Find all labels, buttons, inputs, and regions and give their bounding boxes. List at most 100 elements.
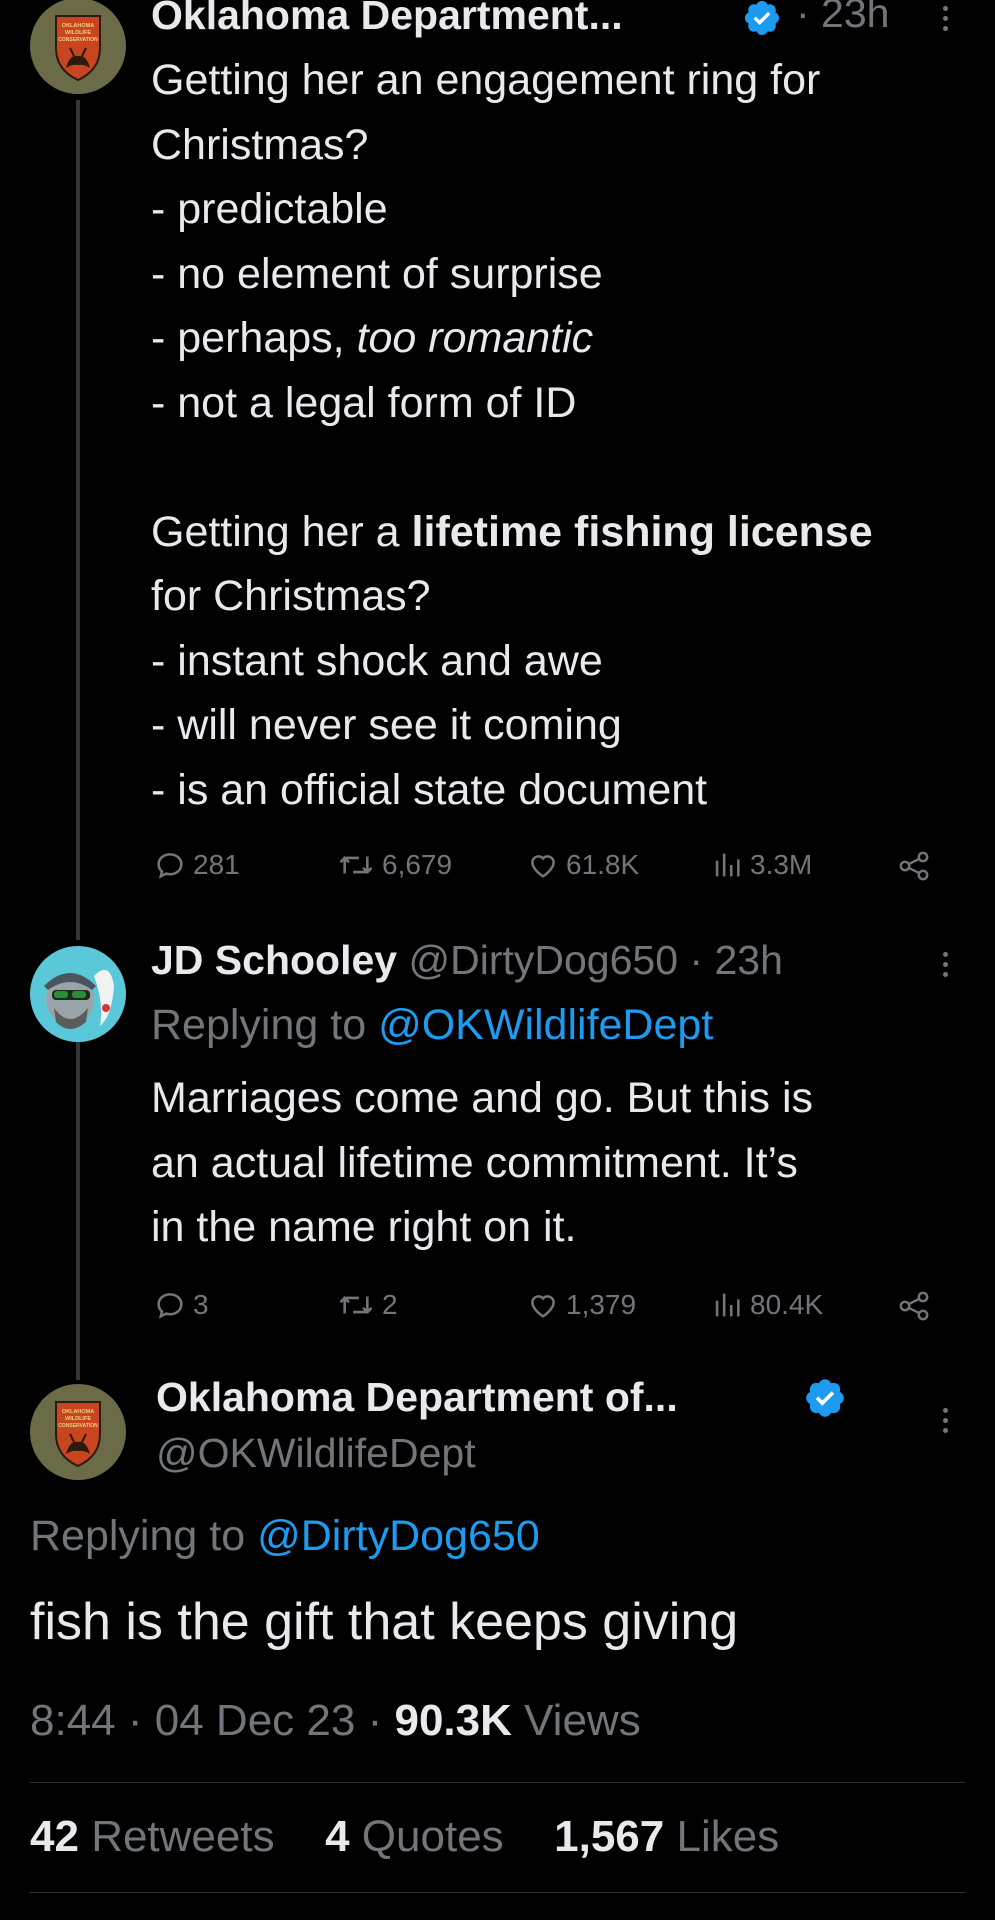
tweet-line: - perhaps, too romantic	[151, 306, 873, 371]
reply-icon	[157, 1293, 183, 1319]
tweet-line: - predictable	[151, 185, 388, 233]
tweet-body: Marriages come and go. But this is an ac…	[151, 1066, 813, 1260]
like-count: 61.8K	[566, 849, 640, 880]
like-count: 1,379	[566, 1289, 637, 1320]
retweet-icon	[339, 856, 373, 874]
divider	[30, 1782, 965, 1783]
separator: ·	[367, 1696, 383, 1745]
like-button[interactable]: 61.8K	[526, 848, 639, 882]
separator: ·	[127, 1696, 143, 1745]
tweet-body: fish is the gift that keeps giving	[30, 1593, 739, 1651]
views-count: 90.3K	[394, 1696, 512, 1745]
quotes-count: 4	[325, 1812, 350, 1861]
reply-icon	[157, 853, 183, 879]
views-label: Views	[524, 1696, 641, 1745]
divider	[30, 1892, 965, 1893]
tweet-line: an actual lifetime commitment. It’s	[151, 1138, 798, 1187]
action-bar: 281 6,679 61.8K 3.3M	[0, 848, 995, 888]
avatar-jdschooley[interactable]	[30, 946, 126, 1042]
tweet-line: - not a legal form of ID	[151, 378, 577, 427]
retweet-button[interactable]: 2	[336, 1288, 398, 1322]
text-italic: too romantic	[356, 314, 594, 362]
cartoon-avatar-icon	[30, 946, 126, 1042]
share-button[interactable]	[896, 1288, 932, 1324]
views-icon	[715, 1293, 740, 1317]
engagement-stats: 42 Retweets 4 Quotes 1,567 Likes	[30, 1812, 779, 1862]
retweet-icon	[339, 1296, 373, 1314]
views-icon	[715, 853, 740, 877]
views-count: 80.4K	[750, 1289, 824, 1320]
tweet-meta: 8:44 · 04 Dec 23 · 90.3K Views	[30, 1696, 641, 1746]
tweet-line: Getting her a lifetime fishing license	[151, 500, 873, 565]
logo-line: WILDLIFE	[65, 30, 91, 36]
likes-stat[interactable]: 1,567 Likes	[554, 1812, 779, 1861]
likes-count: 1,567	[554, 1812, 665, 1861]
author-name[interactable]: Oklahoma Department...	[151, 0, 623, 39]
author-name[interactable]: JD Schooley	[151, 937, 397, 983]
more-icon[interactable]	[943, 1408, 949, 1438]
tweet-line: - instant shock and awe	[151, 636, 603, 685]
wildlife-logo-icon: OKLAHOMA WILDLIFE CONSERVATION	[30, 0, 126, 94]
thread-line	[76, 100, 80, 940]
verified-badge-icon	[806, 1379, 844, 1417]
tweet-line: Marriages come and go. But this is	[151, 1074, 814, 1122]
reply-button[interactable]: 281	[153, 848, 240, 882]
tweet-time: · 23h	[796, 0, 890, 36]
retweet-count: 2	[382, 1289, 398, 1320]
tweet-line: Christmas?	[151, 120, 369, 169]
more-icon[interactable]	[943, 6, 949, 36]
logo-line: CONSERVATION	[58, 37, 98, 43]
thread-line	[76, 1040, 80, 1380]
reply-button[interactable]: 3	[153, 1288, 209, 1322]
likes-label: Likes	[676, 1812, 780, 1861]
replying-label: Replying to	[151, 1001, 379, 1049]
tweet-body: Getting her an engagement ring for Chris…	[151, 48, 873, 822]
action-bar: 3 2 1,379 80.4K	[0, 1288, 995, 1328]
avatar-okwildlife[interactable]: OKLAHOMA WILDLIFE CONSERVATION	[30, 0, 126, 94]
tweet-line: in the name right on it.	[151, 1203, 577, 1251]
retweet-count: 6,679	[382, 849, 453, 880]
tweet-line: for Christmas?	[151, 572, 431, 620]
wildlife-logo-icon: OKLAHOMA WILDLIFE CONSERVATION	[30, 1384, 126, 1480]
replying-handle-link[interactable]: @DirtyDog650	[257, 1512, 540, 1560]
tweet-header: JD Schooley @DirtyDog650 · 23h	[151, 937, 783, 984]
author-handle[interactable]: @OKWildlifeDept	[156, 1430, 476, 1477]
tweet-time: · 23h	[689, 937, 783, 983]
tweet-time[interactable]: 8:44	[30, 1696, 116, 1745]
views-button[interactable]: 3.3M	[710, 848, 812, 882]
text-plain: Getting her a	[151, 507, 412, 556]
avatar-okwildlife[interactable]: OKLAHOMA WILDLIFE CONSERVATION	[30, 1384, 126, 1480]
author-name[interactable]: Oklahoma Department of...	[156, 1374, 678, 1421]
share-icon	[899, 851, 929, 881]
replying-to: Replying to @OKWildlifeDept	[151, 1001, 713, 1050]
tweet-line: - is an official state document	[151, 765, 708, 814]
quotes-stat[interactable]: 4 Quotes	[325, 1812, 504, 1861]
share-button[interactable]	[896, 848, 932, 884]
share-icon	[899, 1291, 929, 1321]
logo-line: CONSERVATION	[58, 1423, 98, 1429]
more-icon[interactable]	[943, 952, 949, 982]
retweets-stat[interactable]: 42 Retweets	[30, 1812, 275, 1861]
author-handle[interactable]: @DirtyDog650	[409, 937, 679, 983]
retweets-count: 42	[30, 1812, 79, 1861]
logo-line: WILDLIFE	[65, 1416, 91, 1422]
views-button[interactable]: 80.4K	[710, 1288, 823, 1322]
like-button[interactable]: 1,379	[526, 1288, 636, 1322]
replying-handle-link[interactable]: @OKWildlifeDept	[378, 1001, 713, 1049]
reply-count: 3	[193, 1289, 209, 1320]
retweets-label: Retweets	[91, 1812, 275, 1861]
like-icon	[531, 855, 555, 878]
reply-count: 281	[193, 849, 240, 880]
tweet-line: Getting her an engagement ring for	[151, 56, 821, 104]
like-icon	[531, 1295, 555, 1318]
text-plain: - perhaps,	[151, 314, 357, 362]
logo-line: OKLAHOMA	[62, 1409, 94, 1415]
text-bold: lifetime fishing license	[411, 507, 873, 556]
verified-badge-icon	[744, 0, 780, 36]
tweet-line: - will never see it coming	[151, 701, 622, 749]
tweet-date[interactable]: 04 Dec 23	[155, 1696, 356, 1745]
retweet-button[interactable]: 6,679	[336, 848, 452, 882]
replying-to: Replying to @DirtyDog650	[30, 1512, 540, 1561]
views-count: 3.3M	[750, 849, 813, 880]
